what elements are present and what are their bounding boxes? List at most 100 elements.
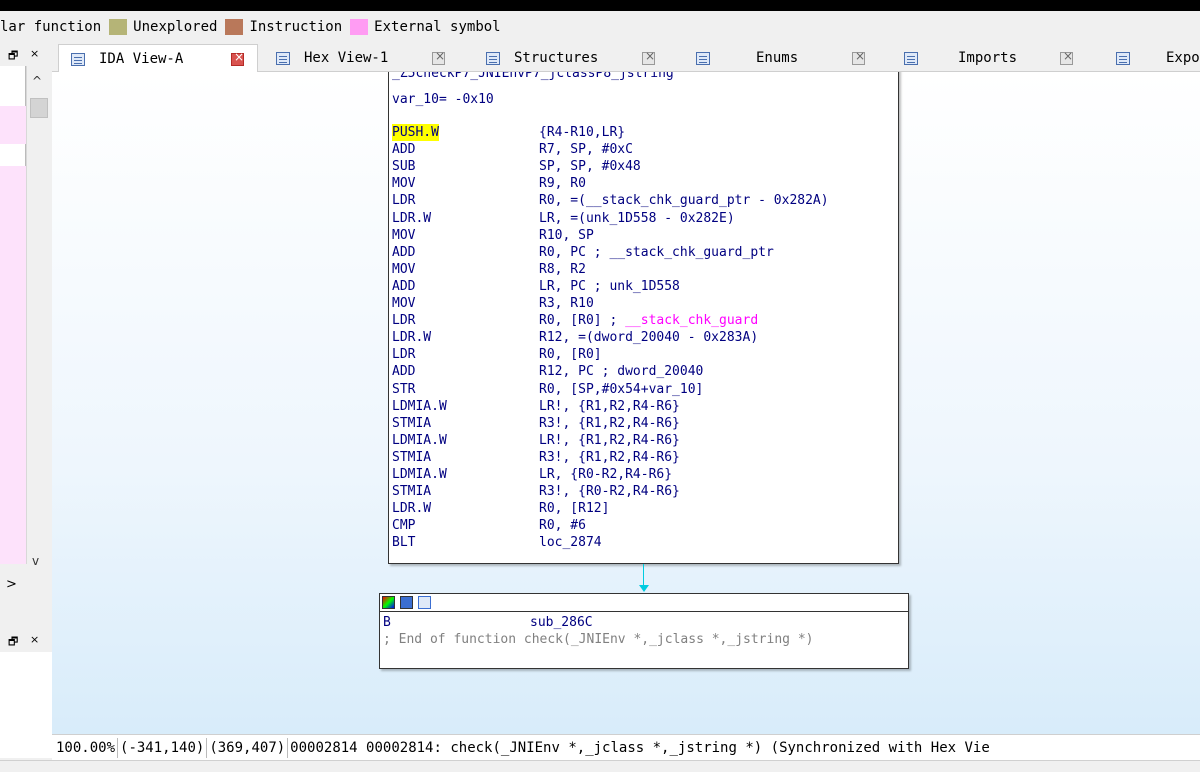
instruction-mnemonic[interactable]: STMIA: [392, 449, 431, 466]
instruction-operands[interactable]: loc_2874: [539, 534, 602, 551]
instruction-operands[interactable]: R0, [R12]: [539, 500, 609, 517]
external-symbol-ref[interactable]: __stack_chk_guard: [625, 313, 758, 328]
instruction-operands[interactable]: R7, SP, #0xC: [539, 141, 633, 158]
close-tab-icon[interactable]: [231, 50, 244, 66]
tab-imports[interactable]: Imports: [904, 44, 1114, 72]
instruction-mnemonic[interactable]: ADD: [392, 278, 415, 295]
legend-label-unexplored: Unexplored: [133, 19, 218, 35]
instruction-operands[interactable]: SP, SP, #0x48: [539, 158, 641, 175]
tab-label: Expo: [1166, 50, 1200, 66]
functions-hscroll[interactable]: >: [0, 574, 52, 596]
instruction-operands[interactable]: R0, #6: [539, 517, 586, 534]
graph-coordinates: (369,407): [209, 739, 286, 756]
instruction-operands[interactable]: LR!, {R1,R2,R4-R6}: [539, 398, 680, 415]
ida-graph-view[interactable]: _Z5checkP7_JNIEnvP7_jclassP8_jstring var…: [52, 72, 1200, 734]
instruction-mnemonic[interactable]: BLT: [392, 534, 415, 551]
scroll-up-icon[interactable]: ^: [32, 74, 42, 88]
tab-ida-view-a[interactable]: IDA View-A: [58, 44, 258, 73]
scroll-right-icon[interactable]: >: [6, 577, 17, 592]
instruction-mnemonic[interactable]: PUSH.W: [392, 124, 439, 141]
restore-pane-icon[interactable]: 🗗: [8, 47, 18, 66]
tab-enums[interactable]: Enums: [696, 44, 906, 72]
instruction-mnemonic[interactable]: SUB: [392, 158, 415, 175]
instruction-mnemonic[interactable]: STMIA: [392, 415, 431, 432]
instruction-mnemonic[interactable]: LDR.W: [392, 329, 431, 346]
instruction-mnemonic[interactable]: ADD: [392, 141, 415, 158]
imports-icon: [904, 51, 918, 65]
close-tab-icon[interactable]: [642, 49, 655, 65]
instruction-operands[interactable]: R3, R10: [539, 295, 594, 312]
exports-icon: [1116, 51, 1130, 65]
instruction-mnemonic[interactable]: LDMIA.W: [392, 466, 447, 483]
end-of-function-comment: ; End of function check(_JNIEnv *,_jclas…: [383, 632, 814, 647]
instruction-mnemonic[interactable]: LDR: [392, 312, 415, 329]
instruction-operands[interactable]: LR!, {R1,R2,R4-R6}: [539, 432, 680, 449]
color-node-icon[interactable]: [382, 596, 395, 609]
instruction-operands[interactable]: R12, =(dword_20040 - 0x283A): [539, 329, 758, 346]
graph-overview[interactable]: [0, 652, 52, 758]
close-tab-icon[interactable]: [1060, 49, 1073, 65]
tab-hex-view-1[interactable]: Hex View-1: [276, 44, 476, 72]
group-node-icon[interactable]: [418, 596, 431, 609]
instruction-mnemonic[interactable]: MOV: [392, 227, 415, 244]
instruction-mnemonic[interactable]: MOV: [392, 295, 415, 312]
instruction-operands[interactable]: LR, {R0-R2,R4-R6}: [539, 466, 672, 483]
instruction-mnemonic[interactable]: LDMIA.W: [392, 432, 447, 449]
operand-text: R0, [R0] ;: [539, 313, 626, 329]
instruction-mnemonic[interactable]: LDR: [392, 346, 415, 363]
instruction-operands[interactable]: sub_286C: [530, 614, 593, 631]
tab-exports[interactable]: Expo: [1116, 44, 1200, 72]
scroll-thumb[interactable]: [30, 98, 48, 118]
close-pane-icon[interactable]: ×: [30, 633, 39, 646]
enums-icon: [696, 51, 710, 65]
instruction-operands[interactable]: R0, [R0]: [539, 346, 602, 363]
close-tab-icon[interactable]: [852, 49, 865, 65]
instruction-operands[interactable]: R9, R0: [539, 175, 586, 192]
tab-label: Structures: [514, 50, 599, 66]
legend-label-instruction: Instruction: [249, 19, 343, 35]
instruction-operands[interactable]: R0, PC ; __stack_chk_guard_ptr: [539, 244, 774, 261]
functions-list-highlight: [0, 106, 26, 144]
rename-node-icon[interactable]: [400, 596, 413, 609]
instruction-operands[interactable]: {R4-R10,LR}: [539, 124, 625, 141]
instruction-mnemonic[interactable]: ADD: [392, 363, 415, 380]
node-title-bar: [380, 594, 908, 612]
instruction-mnemonic[interactable]: MOV: [392, 175, 415, 192]
instruction-operands[interactable]: R3!, {R0-R2,R4-R6}: [539, 483, 680, 500]
basic-block-node-end[interactable]: Bsub_286C ; End of function check(_JNIEn…: [379, 593, 909, 669]
restore-pane-icon[interactable]: 🗗: [8, 633, 18, 652]
instruction-mnemonic[interactable]: B: [383, 614, 391, 631]
var-declaration: var_10= -0x10: [392, 92, 494, 107]
basic-block-node[interactable]: _Z5checkP7_JNIEnvP7_jclassP8_jstring var…: [388, 72, 899, 564]
close-pane-icon[interactable]: ×: [30, 47, 39, 60]
close-tab-icon[interactable]: [432, 49, 445, 65]
instruction-mnemonic[interactable]: MOV: [392, 261, 415, 278]
instruction-operands[interactable]: R12, PC ; dword_20040: [539, 363, 703, 380]
instruction-mnemonic[interactable]: LDR.W: [392, 210, 431, 227]
instruction-operands[interactable]: R8, R2: [539, 261, 586, 278]
functions-list-scrollbar[interactable]: ^ v: [26, 66, 50, 568]
instruction-operands[interactable]: R3!, {R1,R2,R4-R6}: [539, 449, 680, 466]
instruction-mnemonic[interactable]: CMP: [392, 517, 415, 534]
scroll-down-icon[interactable]: v: [32, 554, 39, 568]
instruction-operands[interactable]: R0, =(__stack_chk_guard_ptr - 0x282A): [539, 192, 829, 209]
instruction-operands[interactable]: LR, =(unk_1D558 - 0x282E): [539, 210, 735, 227]
instruction-mnemonic[interactable]: STR: [392, 381, 415, 398]
instruction-mnemonic[interactable]: LDMIA.W: [392, 398, 447, 415]
instruction-mnemonic[interactable]: STMIA: [392, 483, 431, 500]
color-legend: lar function Unexplored Instruction Exte…: [0, 14, 1200, 40]
instruction-mnemonic[interactable]: LDR: [392, 192, 415, 209]
current-address: 00002814: [290, 739, 358, 756]
instruction-operands[interactable]: R0, [R0] ; __stack_chk_guard: [539, 312, 758, 329]
instruction-operands[interactable]: LR, PC ; unk_1D558: [539, 278, 680, 295]
instruction-operands[interactable]: R3!, {R1,R2,R4-R6}: [539, 415, 680, 432]
instruction-mnemonic[interactable]: LDR.W: [392, 500, 431, 517]
instruction-mnemonic[interactable]: ADD: [392, 244, 415, 261]
instruction-operands[interactable]: R10, SP: [539, 227, 594, 244]
legend-swatch-unexplored: [109, 19, 128, 35]
legend-label-regular-function: lar function: [0, 19, 102, 35]
tab-structures[interactable]: Structures: [486, 44, 686, 72]
window-top-edge: [0, 0, 1200, 11]
node-header-label: _Z5checkP7_JNIEnvP7_jclassP8_jstring: [392, 72, 674, 81]
instruction-operands[interactable]: R0, [SP,#0x54+var_10]: [539, 381, 703, 398]
